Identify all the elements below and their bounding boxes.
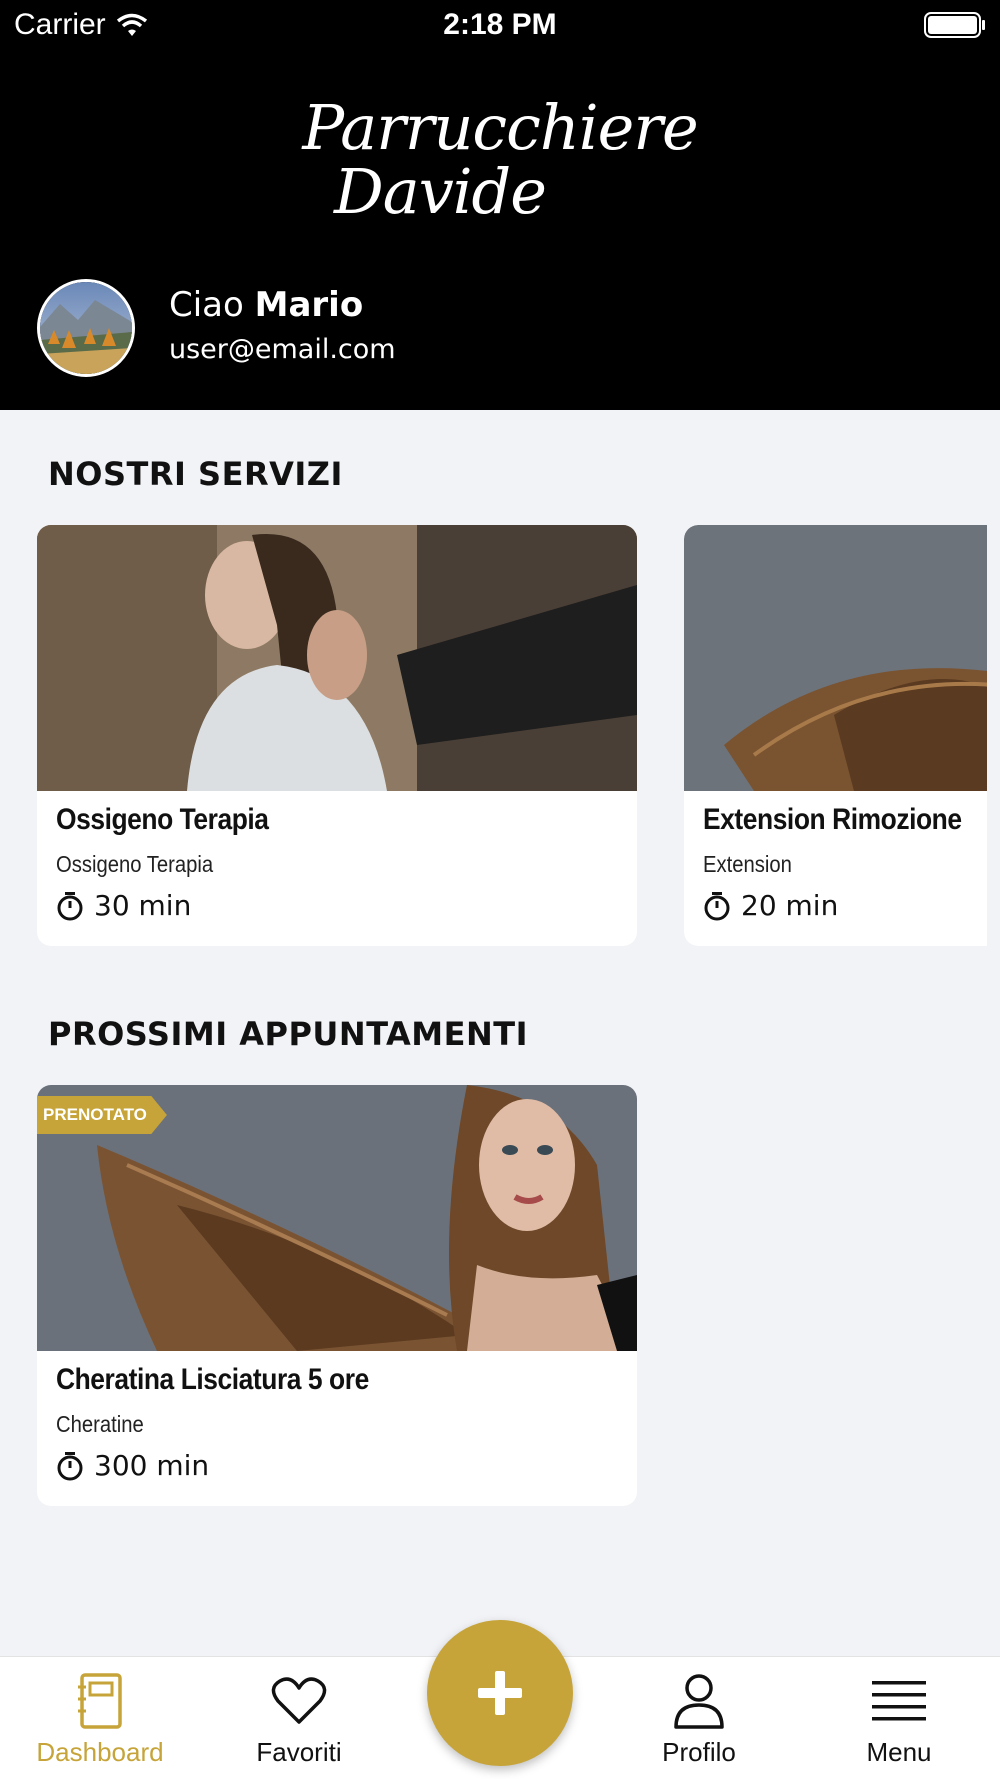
header: Carrier 2:18 PM Parrucchiere Davide Ciao… [0,0,1000,410]
tab-label: Favoriti [256,1737,342,1767]
service-card-clip: Extension Rimozione Extension 20 min [684,525,987,946]
brand-line-2: Davide [334,155,547,228]
service-duration: 20 min [703,889,838,922]
appointment-title: Cheratina Lisciatura 5 ore [56,1363,369,1396]
clock: 2:18 PM [443,8,557,41]
tab-label: Menu [866,1737,932,1767]
timer-icon [57,1451,83,1480]
duration-label: 20 min [741,889,839,922]
service-title: Ossigeno Terapia [56,803,269,836]
tab-profile[interactable]: Profilo [619,1671,779,1768]
service-category: Ossigeno Terapia [56,851,214,877]
appointment-category: Cheratine [56,1411,144,1437]
service-image [37,525,637,791]
service-card-extension[interactable]: Extension Rimozione Extension 20 min [684,525,987,946]
tab-favorites[interactable]: Favoriti [219,1671,379,1768]
tab-label: Dashboard [36,1737,164,1767]
user-email: user@email.com [169,334,396,365]
services-title: NOSTRI SERVIZI [48,455,343,493]
heart-icon [271,1677,327,1724]
user-name: Mario [254,285,364,325]
service-card-ossigeno[interactable]: Ossigeno Terapia Ossigeno Terapia 30 min [37,525,637,946]
timer-icon [704,891,730,920]
appointments-title: PROSSIMI APPUNTAMENTI [48,1015,529,1053]
service-title: Extension Rimozione [703,803,962,836]
tab-label: Profilo [662,1737,736,1767]
appointment-card[interactable]: PRENOTATO Cheratina Lisciatura 5 ore Che… [37,1085,637,1506]
appointment-image: PRENOTATO [37,1085,637,1351]
timer-icon [57,891,83,920]
menu-icon [872,1681,926,1721]
service-duration: 30 min [56,889,191,922]
notebook-icon [78,1673,122,1729]
greeting-prefix: Ciao [169,285,244,325]
greeting: Ciao Mario [169,285,363,325]
status-bar: Carrier 2:18 PM [0,0,1000,50]
tab-dashboard[interactable]: Dashboard [20,1671,180,1768]
duration-label: 300 min [94,1449,210,1482]
brand-logo: Parrucchiere Davide [0,96,1000,224]
service-category: Extension [703,851,792,877]
booked-badge: PRENOTATO [37,1096,167,1134]
add-appointment-button[interactable] [427,1620,573,1766]
tab-menu[interactable]: Menu [819,1671,979,1768]
service-image [684,525,987,791]
brand-line-1: Parrucchiere [302,91,698,164]
duration-label: 30 min [94,889,192,922]
avatar[interactable] [37,279,135,377]
battery-icon [924,12,985,38]
appointment-duration: 300 min [56,1449,209,1482]
person-icon [674,1674,724,1729]
plus-icon [478,1671,522,1715]
